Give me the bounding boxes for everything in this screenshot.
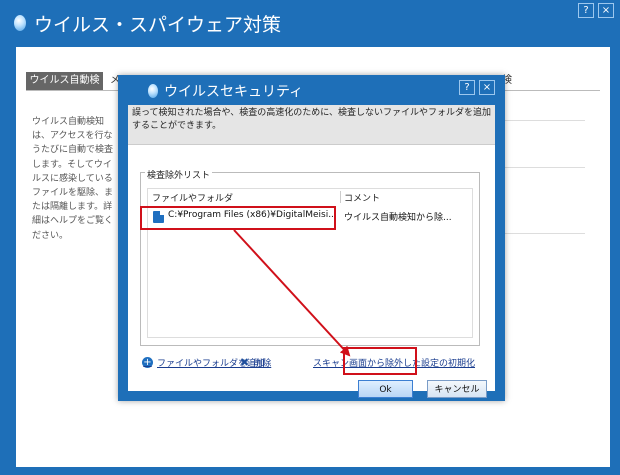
window-title: ウイルス・スパイウェア対策 xyxy=(14,8,281,38)
dialog-controls: ? × xyxy=(459,80,495,95)
plus-icon: + xyxy=(142,357,153,368)
close-button[interactable]: × xyxy=(598,3,614,18)
dialog-title: ウイルスセキュリティ xyxy=(148,81,303,101)
cancel-button[interactable]: キャンセル xyxy=(427,380,487,398)
description-text: ウイルス自動検知は、アクセスを行なうたびに自動で検査します。そしてウイルスに感染… xyxy=(32,117,114,241)
tab-auto-detect[interactable]: ウイルス自動検知 xyxy=(26,72,103,104)
divider xyxy=(503,233,585,234)
divider xyxy=(503,120,585,121)
highlight-row xyxy=(140,206,336,230)
dialog-close-button[interactable]: × xyxy=(479,80,495,95)
column-divider xyxy=(340,191,341,203)
delete-label: 削除 xyxy=(253,359,272,369)
app-logo-icon xyxy=(148,84,158,98)
window-controls: ? × xyxy=(578,3,614,18)
column-header-comment[interactable]: コメント xyxy=(344,191,380,204)
window-title-text: ウイルス・スパイウェア対策 xyxy=(34,13,282,36)
divider xyxy=(503,167,585,168)
dialog-body: 誤って検知された場合や、検査の高速化のために、検査しないファイルやフォルダを追加… xyxy=(128,105,495,398)
ok-button[interactable]: Ok xyxy=(358,380,413,398)
column-header-path[interactable]: ファイルやフォルダ xyxy=(152,191,233,204)
delete-link[interactable]: ✖ 削除 xyxy=(240,356,271,369)
app-logo-icon xyxy=(14,15,26,31)
info-message: 誤って検知された場合や、検査の高速化のために、検査しないファイルやフォルダを追加… xyxy=(128,105,495,145)
help-button[interactable]: ? xyxy=(578,3,594,18)
dialog-help-button[interactable]: ? xyxy=(459,80,475,95)
group-label: 検査除外リスト xyxy=(145,168,213,181)
exclusion-dialog: ウイルスセキュリティ ? × 誤って検知された場合や、検査の高速化のために、検査… xyxy=(118,75,505,401)
dialog-title-text: ウイルスセキュリティ xyxy=(164,84,304,100)
highlight-ok xyxy=(343,347,417,375)
row-comment: ウイルス自動検知から除... xyxy=(344,213,452,223)
delete-x-icon: ✖ xyxy=(240,356,250,369)
